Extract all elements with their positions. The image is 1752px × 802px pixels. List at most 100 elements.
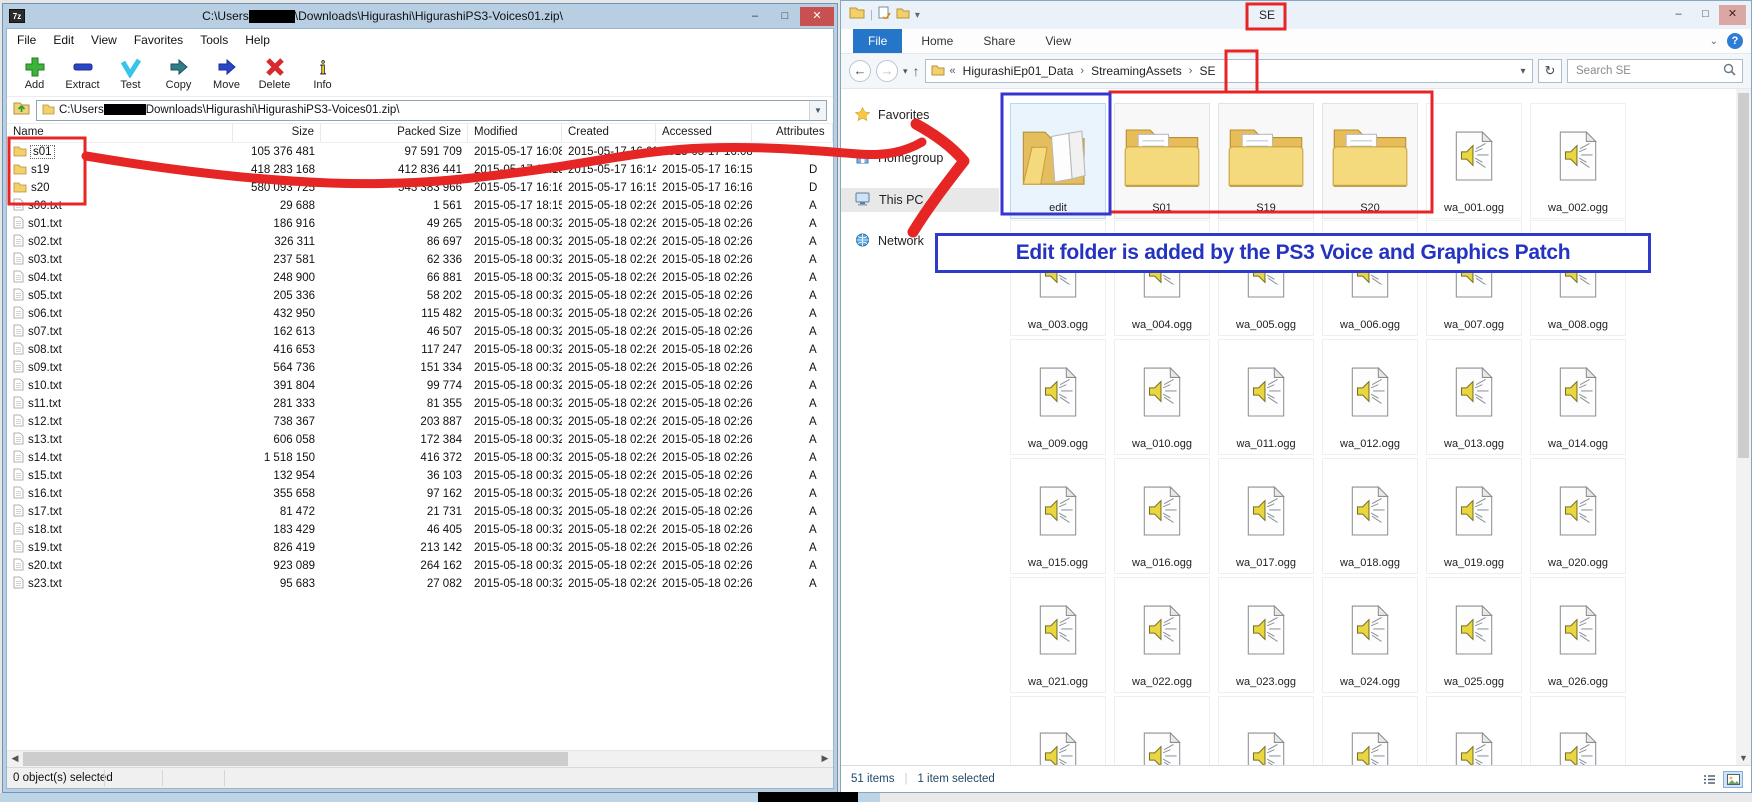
column-name[interactable]: Name <box>7 124 233 142</box>
file-tile[interactable] <box>1218 696 1314 765</box>
breadcrumb-item[interactable]: StreamingAssets <box>1089 64 1184 78</box>
folder-up-icon[interactable] <box>13 100 30 120</box>
help-icon[interactable]: ? <box>1727 33 1743 49</box>
details-view-button[interactable] <box>1699 771 1719 788</box>
move-button[interactable]: Move <box>204 56 249 91</box>
table-row[interactable]: s23.txt95 68327 0822015-05-18 00:322015-… <box>7 575 833 593</box>
menu-help[interactable]: Help <box>245 33 270 50</box>
table-row[interactable]: s09.txt564 736151 3342015-05-18 00:32201… <box>7 359 833 377</box>
file-tile[interactable]: wa_026.ogg <box>1530 577 1626 693</box>
file-tile[interactable] <box>1426 696 1522 765</box>
table-row[interactable]: s19418 283 168412 836 4412015-05-17 16:1… <box>7 161 833 179</box>
file-tile[interactable]: wa_019.ogg <box>1426 458 1522 574</box>
menu-view[interactable]: View <box>91 33 117 50</box>
scroll-left-icon[interactable]: ◀ <box>7 751 23 767</box>
ribbon-expand-icon[interactable]: ⌄ <box>1710 36 1718 47</box>
address-dropdown-icon[interactable]: ▾ <box>1514 66 1532 77</box>
folder-tile-s01[interactable]: S01 <box>1114 103 1210 219</box>
add-button[interactable]: Add <box>12 56 57 91</box>
test-button[interactable]: Test <box>108 56 153 91</box>
maximize-button[interactable]: □ <box>1692 5 1719 25</box>
tab-file[interactable]: File <box>853 29 902 53</box>
sidebar-item-this-pc[interactable]: This PC <box>841 188 999 212</box>
table-row[interactable]: s20.txt923 089264 1622015-05-18 00:32201… <box>7 557 833 575</box>
close-button[interactable]: ✕ <box>1719 5 1746 25</box>
up-button[interactable]: ↑ <box>913 63 920 79</box>
column-accessed[interactable]: Accessed <box>656 124 752 142</box>
folder-tile-s20[interactable]: S20 <box>1322 103 1418 219</box>
file-tile[interactable]: wa_016.ogg <box>1114 458 1210 574</box>
archive-path-input[interactable]: C:\UsersDownloads\Higurashi\HigurashiPS3… <box>36 100 827 121</box>
file-tile[interactable]: wa_010.ogg <box>1114 339 1210 455</box>
column-created[interactable]: Created <box>562 124 656 142</box>
sidebar-item-homegroup[interactable]: Homegroup <box>841 146 999 170</box>
table-row[interactable]: s07.txt162 61346 5072015-05-18 00:322015… <box>7 323 833 341</box>
menu-file[interactable]: File <box>17 33 36 50</box>
copy-button[interactable]: Copy <box>156 56 201 91</box>
tab-home[interactable]: Home <box>906 29 968 53</box>
table-row[interactable]: s11.txt281 33381 3552015-05-18 00:322015… <box>7 395 833 413</box>
minimize-button[interactable]: – <box>740 7 770 26</box>
file-tile[interactable]: wa_021.ogg <box>1010 577 1106 693</box>
file-tile[interactable]: wa_013.ogg <box>1426 339 1522 455</box>
file-tile[interactable] <box>1530 696 1626 765</box>
chevron-right-icon[interactable]: › <box>1077 65 1087 77</box>
column-packed-size[interactable]: Packed Size <box>321 124 468 142</box>
table-row[interactable]: s01.txt186 91649 2652015-05-18 00:322015… <box>7 215 833 233</box>
breadcrumb-collapse[interactable]: « <box>947 65 959 77</box>
file-tile[interactable] <box>1010 696 1106 765</box>
table-row[interactable]: s20580 093 725543 383 9662015-05-17 16:1… <box>7 179 833 197</box>
maximize-button[interactable]: □ <box>770 7 800 26</box>
horizontal-scrollbar[interactable]: ◀ ▶ <box>7 750 833 767</box>
forward-button[interactable]: → <box>876 60 898 82</box>
table-row[interactable]: s10.txt391 80499 7742015-05-18 00:322015… <box>7 377 833 395</box>
table-row[interactable]: s02.txt326 31186 6972015-05-18 00:322015… <box>7 233 833 251</box>
chevron-down-icon[interactable]: ▾ <box>915 10 920 21</box>
sidebar-item-favorites[interactable]: Favorites <box>841 103 999 127</box>
table-row[interactable]: s17.txt81 47221 7312015-05-18 00:322015-… <box>7 503 833 521</box>
table-row[interactable]: s12.txt738 367203 8872015-05-18 00:32201… <box>7 413 833 431</box>
table-row[interactable]: s05.txt205 33658 2022015-05-18 00:322015… <box>7 287 833 305</box>
file-tile[interactable]: wa_015.ogg <box>1010 458 1106 574</box>
table-row[interactable]: s19.txt826 419213 1422015-05-18 00:32201… <box>7 539 833 557</box>
folder-tile-edit[interactable]: edit <box>1010 103 1106 219</box>
file-tile[interactable]: wa_009.ogg <box>1010 339 1106 455</box>
file-tile[interactable]: wa_020.ogg <box>1530 458 1626 574</box>
address-bar[interactable]: « HigurashiEp01_Data › StreamingAssets ›… <box>925 59 1533 83</box>
table-row[interactable]: s13.txt606 058172 3842015-05-18 00:32201… <box>7 431 833 449</box>
file-tile[interactable] <box>1322 696 1418 765</box>
file-tile[interactable]: wa_012.ogg <box>1322 339 1418 455</box>
file-tile[interactable]: wa_022.ogg <box>1114 577 1210 693</box>
delete-button[interactable]: Delete <box>252 56 297 91</box>
chevron-down-icon[interactable]: ▼ <box>809 101 826 120</box>
table-row[interactable]: s15.txt132 95436 1032015-05-18 00:322015… <box>7 467 833 485</box>
extract-button[interactable]: Extract <box>60 56 105 91</box>
table-row[interactable]: s16.txt355 65897 1622015-05-18 00:322015… <box>7 485 833 503</box>
large-icons-view-button[interactable] <box>1723 771 1743 788</box>
table-row[interactable]: s00.txt29 6881 5612015-05-17 18:152015-0… <box>7 197 833 215</box>
table-row[interactable]: s18.txt183 42946 4052015-05-18 00:322015… <box>7 521 833 539</box>
table-row[interactable]: s06.txt432 950115 4822015-05-18 00:32201… <box>7 305 833 323</box>
column-attributes[interactable]: Attributes <box>752 124 833 142</box>
table-row[interactable]: s14.txt1 518 150416 3722015-05-18 00:322… <box>7 449 833 467</box>
info-button[interactable]: i Info <box>300 56 345 91</box>
close-button[interactable]: ✕ <box>800 7 834 26</box>
folder-tile-s19[interactable]: S19 <box>1218 103 1314 219</box>
tab-share[interactable]: Share <box>968 29 1030 53</box>
file-tile[interactable]: wa_025.ogg <box>1426 577 1522 693</box>
tab-view[interactable]: View <box>1030 29 1086 53</box>
table-row[interactable]: s04.txt248 90066 8812015-05-18 00:322015… <box>7 269 833 287</box>
scroll-right-icon[interactable]: ▶ <box>817 751 833 767</box>
scroll-down-icon[interactable]: ▼ <box>1736 753 1751 763</box>
minimize-button[interactable]: – <box>1665 5 1692 25</box>
menu-favorites[interactable]: Favorites <box>134 33 183 50</box>
search-input[interactable]: Search SE <box>1567 59 1743 83</box>
menu-tools[interactable]: Tools <box>200 33 228 50</box>
file-tile[interactable] <box>1114 696 1210 765</box>
table-row[interactable]: s03.txt237 58162 3362015-05-18 00:322015… <box>7 251 833 269</box>
column-modified[interactable]: Modified <box>468 124 562 142</box>
scrollbar-thumb[interactable] <box>23 752 568 766</box>
chevron-right-icon[interactable]: › <box>1186 65 1196 77</box>
back-button[interactable]: ← <box>849 60 871 82</box>
breadcrumb-item[interactable]: HigurashiEp01_Data <box>961 64 1076 78</box>
